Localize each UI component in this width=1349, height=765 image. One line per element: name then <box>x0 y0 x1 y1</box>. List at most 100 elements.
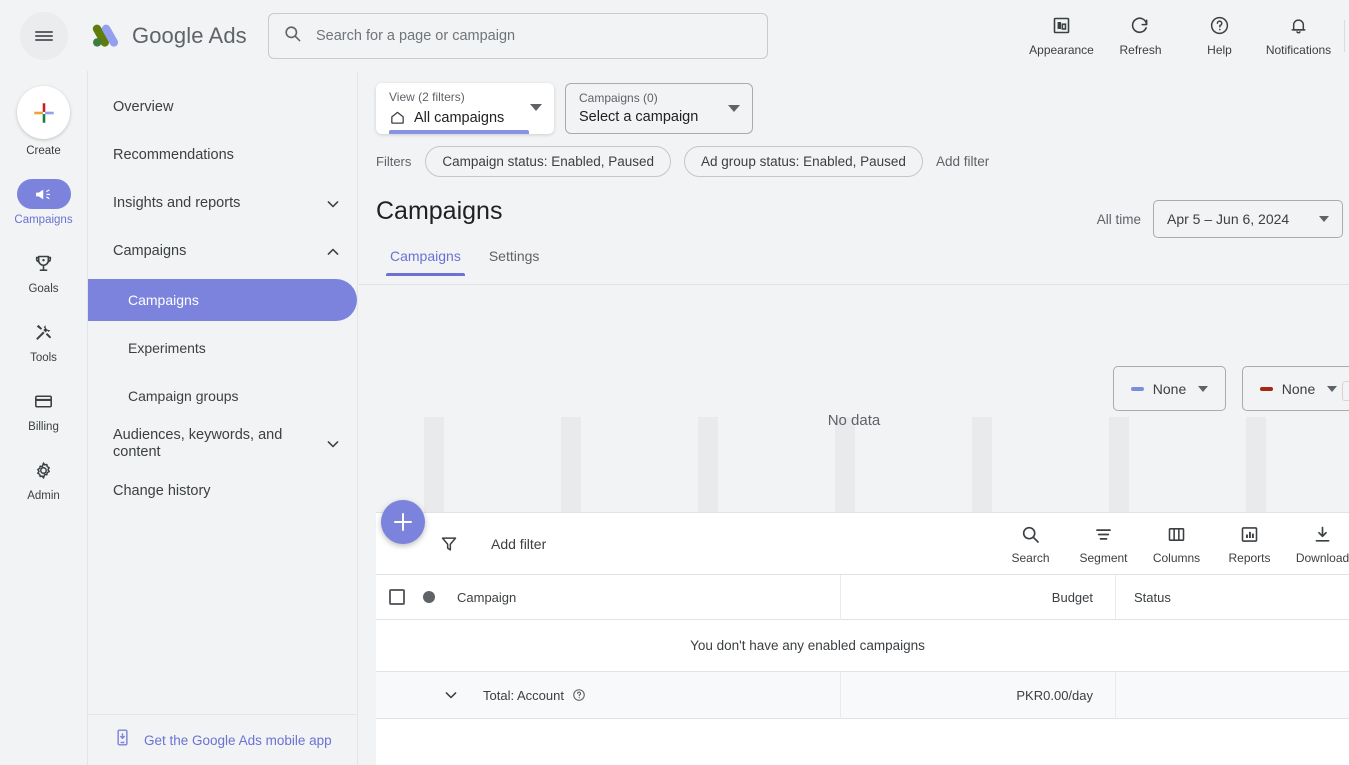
table-add-filter[interactable]: Add filter <box>491 536 546 552</box>
chevron-down-icon <box>1327 385 1338 392</box>
help-circle-icon[interactable] <box>572 688 586 702</box>
sidebar-item-audiences-keywords-content[interactable]: Audiences, keywords, and content <box>88 423 357 465</box>
mobile-app-icon <box>113 728 132 752</box>
reports-bar-chart-icon <box>1239 521 1260 547</box>
chevron-down-icon <box>323 434 343 454</box>
table-empty-message: You don't have any enabled campaigns <box>690 638 925 653</box>
sidebar-item-campaigns[interactable]: Campaigns <box>88 279 357 321</box>
column-label-status: Status <box>1134 589 1171 605</box>
table-total-row: Total: Account PKR0.00/day <box>376 671 1349 719</box>
brand-google: Google <box>132 22 204 48</box>
account-selectors: View (2 filters) All campaigns Campaigns… <box>376 83 753 134</box>
date-range-picker[interactable]: Apr 5 – Jun 6, 2024 <box>1153 200 1343 238</box>
home-icon <box>389 109 406 126</box>
create-button[interactable]: Create <box>0 86 87 157</box>
rail-item-goals[interactable]: Goals <box>0 248 87 295</box>
filter-chip-ad-group-status[interactable]: Ad group status: Enabled, Paused <box>684 146 923 177</box>
metric-selector-2[interactable]: None <box>1242 366 1349 411</box>
metric-selector-3-partial[interactable] <box>1342 381 1349 401</box>
rail-label-campaigns: Campaigns <box>14 214 73 226</box>
metric-selector-1[interactable]: None <box>1113 366 1226 411</box>
table-download-button[interactable]: Download <box>1286 521 1349 565</box>
help-button[interactable]: Help <box>1180 5 1259 67</box>
sidebar-item-label: Recommendations <box>113 147 234 164</box>
table-reports-button[interactable]: Reports <box>1213 521 1286 565</box>
all-time-label: All time <box>1096 211 1141 227</box>
table-search-button[interactable]: Search <box>994 521 1067 565</box>
table-search-label: Search <box>1011 551 1050 565</box>
rail-item-tools[interactable]: Tools <box>0 317 87 364</box>
appearance-icon <box>1051 13 1072 39</box>
status-dot-icon[interactable] <box>423 591 435 603</box>
refresh-icon <box>1130 13 1151 39</box>
plus-colored-icon <box>17 86 70 139</box>
rail-item-billing[interactable]: Billing <box>0 386 87 433</box>
filter-chip-campaign-status[interactable]: Campaign status: Enabled, Paused <box>425 146 672 177</box>
table-toolbar: Add filter Search Segment Columns Report… <box>376 513 1349 575</box>
sidebar-item-label: Insights and reports <box>113 195 241 212</box>
chevron-down-icon[interactable] <box>441 685 461 705</box>
campaign-selector-value: Select a campaign <box>579 109 699 125</box>
google-ads-brand[interactable]: Google Ads <box>88 19 247 53</box>
column-label-budget: Budget <box>1051 589 1093 605</box>
left-rail-nav: Create Campaigns Goals Tools Billing Adm… <box>0 71 88 765</box>
mobile-app-promo[interactable]: Get the Google Ads mobile app <box>88 714 358 765</box>
search-input[interactable] <box>314 27 744 45</box>
sidebar-item-campaigns-group[interactable]: Campaigns <box>88 231 357 273</box>
rail-item-admin[interactable]: Admin <box>0 455 87 502</box>
page-title: Campaigns <box>376 197 503 225</box>
select-all-checkbox[interactable] <box>389 589 405 605</box>
view-selector-underline <box>389 130 529 134</box>
sidebar-item-change-history[interactable]: Change history <box>88 471 357 513</box>
search-icon <box>283 24 302 48</box>
sidebar-item-overview[interactable]: Overview <box>88 87 357 129</box>
rail-label-admin: Admin <box>27 490 60 502</box>
view-selector[interactable]: View (2 filters) All campaigns <box>376 83 554 134</box>
filter-funnel-icon[interactable] <box>439 534 459 554</box>
tab-campaigns[interactable]: Campaigns <box>376 248 475 276</box>
refresh-label: Refresh <box>1119 42 1162 57</box>
tab-settings[interactable]: Settings <box>475 248 554 276</box>
table-download-label: Download <box>1295 551 1349 565</box>
rail-label-billing: Billing <box>28 421 59 433</box>
table-columns-button[interactable]: Columns <box>1140 521 1213 565</box>
table-segment-button[interactable]: Segment <box>1067 521 1140 565</box>
metric-color-swatch-blue <box>1130 386 1144 391</box>
appearance-label: Appearance <box>1029 42 1094 57</box>
sidebar-item-label: Experiments <box>128 339 206 356</box>
top-app-bar: Google Ads Appearance <box>0 0 1349 71</box>
gear-icon <box>17 455 71 485</box>
appearance-button[interactable]: Appearance <box>1022 5 1101 67</box>
chevron-down-icon <box>728 105 740 112</box>
trophy-icon <box>17 248 71 278</box>
sidebar-item-label: Audiences, keywords, and content <box>113 426 283 460</box>
add-campaign-fab[interactable] <box>381 500 425 544</box>
sidebar-item-experiments[interactable]: Experiments <box>88 327 357 369</box>
sidebar-item-insights-and-reports[interactable]: Insights and reports <box>88 183 357 225</box>
column-label-campaign: Campaign <box>457 589 517 605</box>
help-label: Help <box>1207 42 1232 57</box>
table-header-campaign: Campaign <box>376 574 841 620</box>
sidebar-item-campaign-groups[interactable]: Campaign groups <box>88 375 357 417</box>
sidebar-item-recommendations[interactable]: Recommendations <box>88 135 357 177</box>
sidebar-item-label: Campaigns <box>128 291 199 308</box>
campaign-selector[interactable]: Campaigns (0) Select a campaign <box>565 83 753 134</box>
search-bar[interactable] <box>268 13 768 59</box>
campaigns-table: Add filter Search Segment Columns Report… <box>376 512 1349 765</box>
brand-ads: Ads <box>208 22 247 48</box>
hamburger-menu-icon[interactable] <box>20 11 68 60</box>
columns-icon <box>1166 521 1187 547</box>
rail-item-campaigns[interactable]: Campaigns <box>0 179 87 226</box>
chevron-down-icon <box>1198 385 1209 392</box>
total-budget-cell: PKR0.00/day <box>841 671 1116 719</box>
table-empty-row: You don't have any enabled campaigns <box>376 620 1349 672</box>
add-filter-link[interactable]: Add filter <box>936 154 989 169</box>
notifications-button[interactable]: Notifications <box>1259 5 1338 67</box>
table-segment-label: Segment <box>1079 551 1128 565</box>
sidebar-item-label: Campaigns <box>113 243 187 260</box>
refresh-button[interactable]: Refresh <box>1101 5 1180 67</box>
view-selector-caption: View (2 filters) <box>389 90 465 104</box>
table-header-row: Campaign Budget Status <box>376 574 1349 620</box>
download-icon <box>1312 521 1333 547</box>
campaign-selector-caption: Campaigns (0) <box>579 91 658 105</box>
